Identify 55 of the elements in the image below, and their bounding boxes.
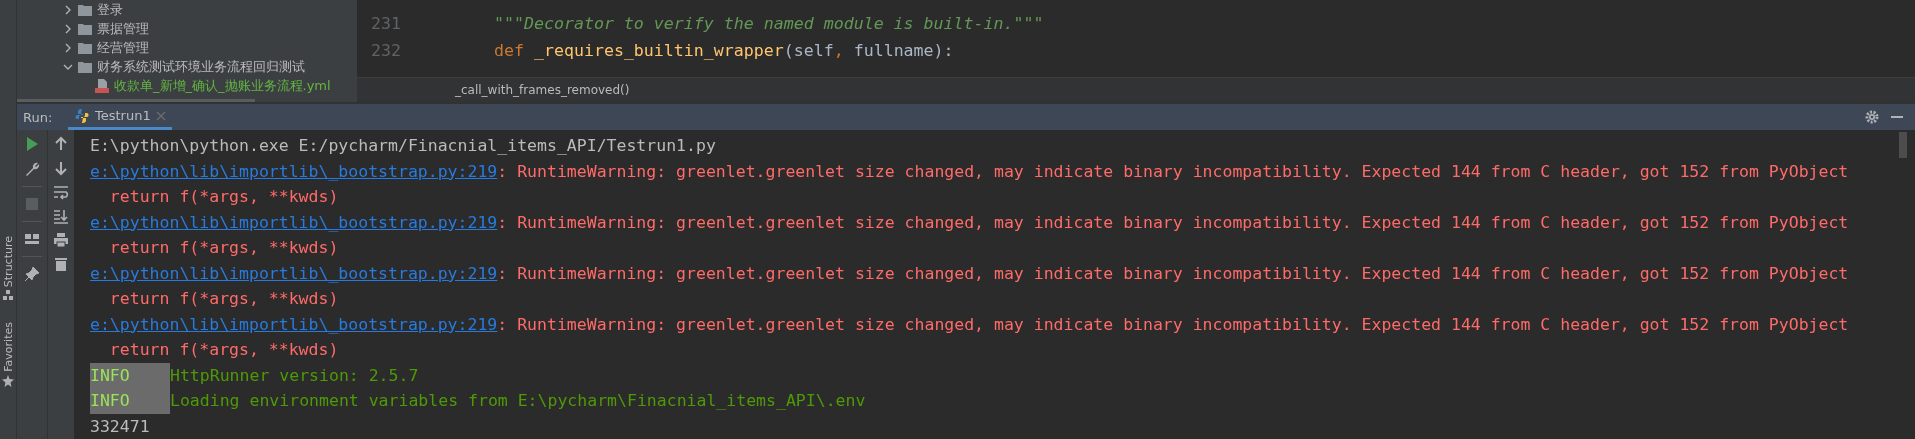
trash-icon[interactable] [53,256,69,272]
print-icon[interactable] [53,232,69,248]
layout-icon[interactable] [24,231,40,247]
yml-file-icon [95,78,109,93]
run-label: Run: [23,109,54,125]
tree-item[interactable]: 财务系统测试环境业务流程回归测试 [97,57,305,76]
breadcrumb[interactable]: _call_with_frames_removed() [455,83,630,97]
log-text: Loading environment variables from E:\pycharm\Finacnial_items_API\.env [170,391,866,410]
soft-wrap-icon[interactable] [53,184,69,200]
wrench-icon[interactable] [24,161,40,177]
console-text: E:\python\python.exe E:/pycharm/Finacnial_items_API/Testrun1.py [90,136,716,155]
tree-item[interactable]: 经营管理 [97,38,149,57]
up-arrow-icon[interactable] [53,136,69,152]
log-text: HttpRunner version: 2.5.7 [170,365,419,385]
warning-text: : RuntimeWarning: greenlet.greenlet size changed, may indicate binary incompatibility. Expected 144 from C header, got 152 from PyObject [497,263,1849,283]
python-icon [74,107,90,124]
folder-icon [78,60,92,73]
chevron-icon[interactable] [63,42,73,53]
folder-icon [78,22,92,35]
star-icon [2,374,14,387]
error-text: return f(*args, **kwds) [108,187,339,206]
tool-window-label[interactable]: Structure [1,236,15,288]
chevron-icon[interactable] [63,4,73,15]
line-number: 232 [371,41,401,60]
folder-icon [78,3,92,16]
warning-text: : RuntimeWarning: greenlet.greenlet size changed, may indicate binary incompatibility. Expected 144 from C header, got 152 from PyObject [497,212,1849,232]
run-tab[interactable]: Testrun1 [68,104,172,130]
error-text: return f(*args, **kwds) [108,238,339,257]
tree-item[interactable]: 登录 [97,0,123,19]
warning-text: : RuntimeWarning: greenlet.greenlet size changed, may indicate binary incompatibility. Expected 144 from C header, got 152 from PyObject [497,161,1849,181]
run-icon[interactable] [24,136,40,152]
scrollbar[interactable] [1899,132,1907,158]
chevron-icon[interactable] [63,23,73,34]
console-text: 332471 [90,416,150,436]
warning-text: : RuntimeWarning: greenlet.greenlet size changed, may indicate binary incompatibility. Expected 144 from C header, got 152 from PyObject [497,314,1849,334]
pin-icon[interactable] [24,266,40,282]
tree-item[interactable]: 票据管理 [97,19,149,38]
code-line: """Decorator to verify the named module is built-in.""" [494,14,1044,33]
file-link[interactable]: e:\python\lib\importlib\_bootstrap.py:219 [90,212,498,232]
tool-window-label[interactable]: Favorites [1,322,15,372]
log-level-tag: INFO [90,388,170,414]
settings-icon[interactable] [1865,110,1879,124]
tree-item[interactable]: 收款单_新增_确认_抛账业务流程.yml [114,76,331,95]
error-text: return f(*args, **kwds) [108,289,339,308]
file-link[interactable]: e:\python\lib\importlib\_bootstrap.py:219 [90,314,498,334]
log-level-tag: INFO [90,362,170,388]
file-link[interactable]: e:\python\lib\importlib\_bootstrap.py:219 [90,161,498,181]
error-text: return f(*args, **kwds) [108,340,339,359]
down-arrow-icon[interactable] [53,160,69,176]
line-number: 231 [371,14,401,33]
scroll-to-end-icon[interactable] [53,208,69,224]
structure-icon [3,290,13,301]
file-link[interactable]: e:\python\lib\importlib\_bootstrap.py:219 [90,263,498,283]
folder-icon [78,41,92,54]
code-line: def _requires_builtin_wrapper(self, fullname): [494,41,954,60]
